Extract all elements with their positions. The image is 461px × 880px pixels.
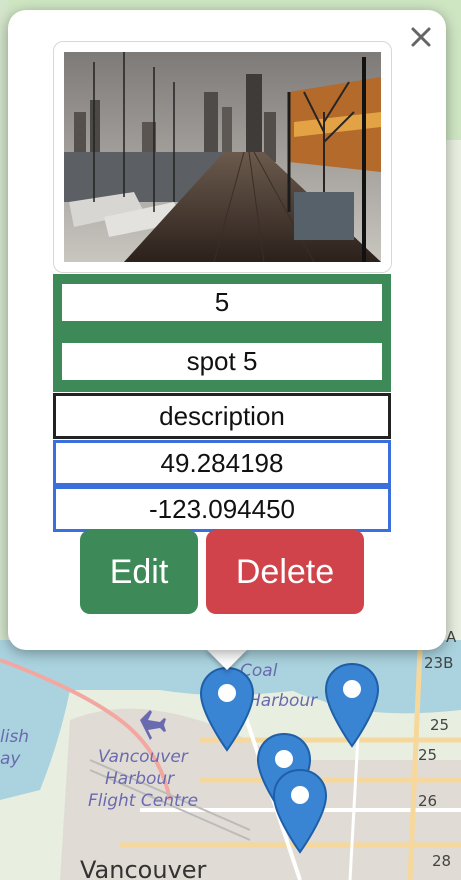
road-number: A [446,628,457,646]
spot-name-input[interactable] [62,343,382,380]
map-label-coal-harbour-2: Harbour [248,691,318,711]
road-number: 26 [418,792,437,810]
latitude-input[interactable] [56,443,388,483]
map-label-flight-centre-3: Flight Centre [88,791,198,811]
map-label-english-bay-2: ay [0,749,21,769]
close-icon[interactable] [408,24,434,50]
map-label-english-bay-1: lish [0,727,29,747]
spot-name-field-wrapper [53,329,391,392]
map-label-flight-centre-1: Vancouver [98,747,189,767]
map-label-city: Vancouver [80,856,207,880]
edit-button[interactable]: Edit [80,530,198,614]
map-label-flight-centre-2: Harbour [105,769,175,789]
description-field-wrapper [53,393,391,439]
longitude-field-wrapper [53,486,391,532]
road-number: 25 [418,746,437,764]
map-marker-2[interactable] [324,662,380,748]
map-marker-4[interactable] [272,768,328,854]
spot-id-field-wrapper [53,274,391,329]
road-number: 25 [430,716,449,734]
spot-popup: Edit Delete [8,10,446,650]
spot-photo-frame [53,41,392,273]
road-number: 23B [424,654,453,672]
longitude-input[interactable] [56,489,388,529]
latitude-field-wrapper [53,440,391,486]
popup-tip [205,648,249,670]
road-number: 28 [432,852,451,870]
spot-id-input[interactable] [62,284,382,321]
description-input[interactable] [56,396,388,436]
map-marker-1[interactable] [199,666,255,752]
spot-photo [64,52,381,262]
delete-button[interactable]: Delete [206,530,364,614]
